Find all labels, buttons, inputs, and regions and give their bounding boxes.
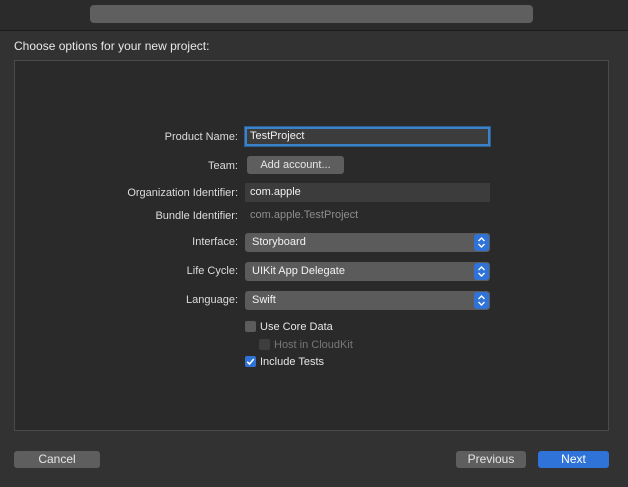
chevron-updown-icon — [474, 263, 489, 280]
bundle-identifier-value: com.apple.TestProject — [250, 209, 359, 221]
add-account-button[interactable]: Add account... — [247, 156, 344, 174]
include-tests-label: Include Tests — [260, 356, 325, 368]
product-name-label: Product Name: — [164, 131, 238, 143]
bundle-identifier-label: Bundle Identifier: — [155, 210, 238, 222]
language-popup-value: Swift — [252, 294, 276, 306]
interface-popup[interactable]: Storyboard — [245, 233, 490, 252]
next-button[interactable]: Next — [538, 451, 609, 468]
title-bar-placeholder — [90, 5, 533, 23]
team-label: Team: — [208, 160, 238, 172]
lifecycle-popup-value: UIKit App Delegate — [252, 265, 345, 277]
lifecycle-popup[interactable]: UIKit App Delegate — [245, 262, 490, 281]
page-title: Choose options for your new project: — [14, 39, 210, 53]
checkmark-icon — [245, 356, 256, 367]
language-popup[interactable]: Swift — [245, 291, 490, 310]
previous-button[interactable]: Previous — [456, 451, 526, 468]
checkbox-icon — [245, 321, 256, 332]
chevron-updown-icon — [474, 292, 489, 309]
product-name-input[interactable]: TestProject — [245, 127, 490, 146]
org-identifier-label: Organization Identifier: — [127, 187, 238, 199]
chevron-updown-icon — [474, 234, 489, 251]
lifecycle-label: Life Cycle: — [186, 265, 238, 277]
org-identifier-input[interactable]: com.apple — [245, 183, 490, 202]
host-cloudkit-label: Host in CloudKit — [274, 339, 353, 351]
window-titlebar — [0, 0, 628, 31]
interface-label: Interface: — [192, 236, 238, 248]
use-core-data-label: Use Core Data — [260, 321, 333, 333]
language-label: Language: — [186, 294, 238, 306]
checkbox-icon — [259, 339, 270, 350]
interface-popup-value: Storyboard — [252, 236, 306, 248]
cancel-button[interactable]: Cancel — [14, 451, 100, 468]
